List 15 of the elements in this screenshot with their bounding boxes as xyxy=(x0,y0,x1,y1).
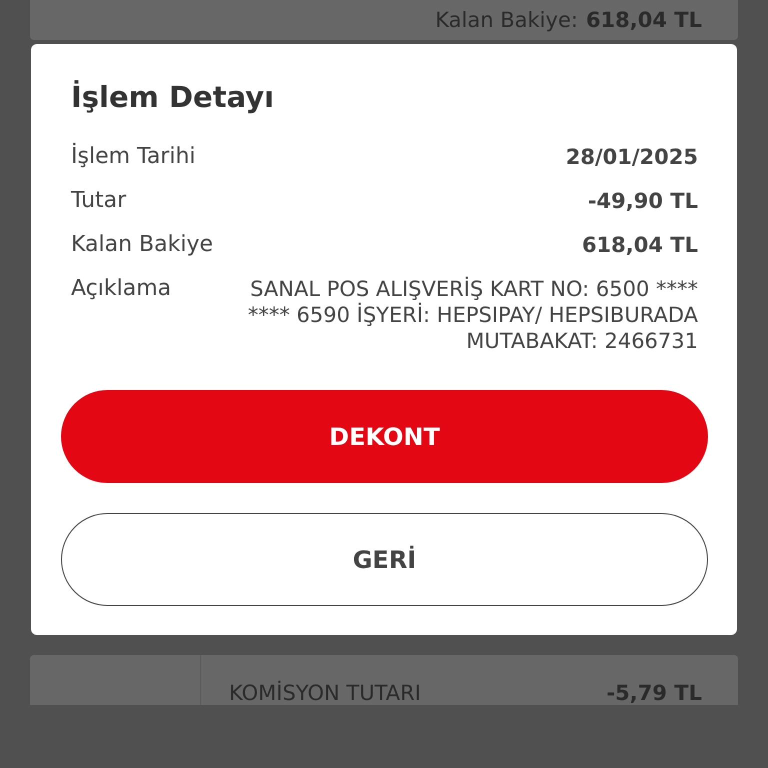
balance-value: 618,04 TL xyxy=(586,8,702,32)
description-text: SANAL POS ALIŞVERİŞ KART NO: 6500 **** **** 6590 İŞYERİ: HEPSIPAY/ HEPSIBURADA MUTABAKAT: 2466731 xyxy=(246,276,698,354)
balance-label: Kalan Bakiye: xyxy=(435,8,578,32)
commission-value: -5,79 TL xyxy=(606,681,702,705)
back-button[interactable]: GERİ xyxy=(61,513,708,606)
commission-label: KOMİSYON TUTARI xyxy=(229,681,422,705)
dialog-title: İşlem Detayı xyxy=(71,80,276,114)
detail-value: -49,90 TL xyxy=(588,188,698,214)
detail-label: Kalan Bakiye xyxy=(71,232,214,258)
detail-label: Tutar xyxy=(71,188,126,214)
detail-value: 618,04 TL xyxy=(582,232,698,258)
detail-label: Açıklama xyxy=(71,276,172,302)
receipt-button[interactable]: DEKONT xyxy=(61,390,708,483)
detail-label: İşlem Tarihi xyxy=(71,144,196,170)
detail-value: 28/01/2025 xyxy=(566,144,698,170)
